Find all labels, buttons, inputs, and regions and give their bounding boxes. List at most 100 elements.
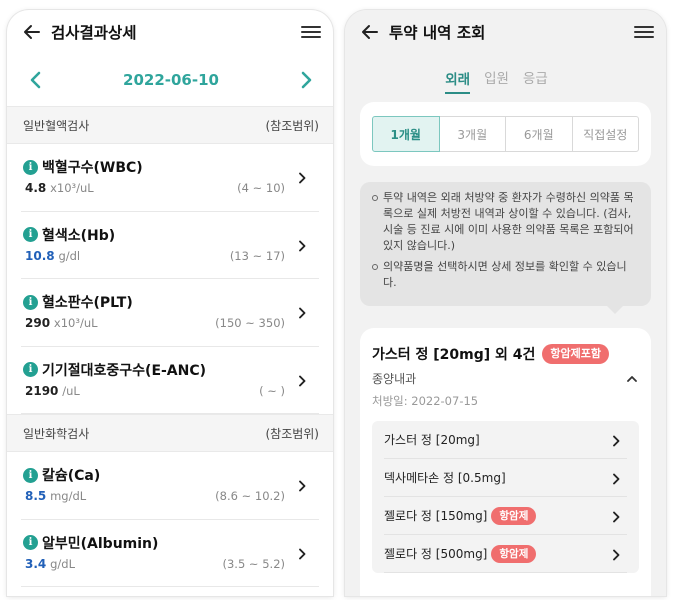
info-icon[interactable]: i [23,227,38,242]
tab-2[interactable]: 응급 [523,67,548,94]
section-header: 일반혈액검사 (참조범위) [7,106,333,144]
chevron-right-icon[interactable] [295,478,309,492]
test-name-line: i 칼슘(Ca) [23,465,100,485]
period-selector: 1개월 3개월 6개월 직접설정 [360,102,651,166]
test-unit: x10³/uL [53,316,98,330]
chevron-right-icon[interactable] [609,471,623,485]
department-name: 종양내과 [372,372,417,386]
drug-name: 젤로다 정 [500mg] [384,547,488,561]
drug-item[interactable]: 젤로다 정 [500mg] 항암제 [384,535,627,573]
test-name: 알부민(Albumin) [42,535,159,552]
lab-sections: 일반혈액검사 (참조범위) i 백혈구수(WBC) 4.8 x10³/uL (4 ~ 10… [7,106,333,587]
notice-tail [607,306,623,314]
tab-1[interactable]: 입원 [484,67,509,94]
info-icon[interactable]: i [23,535,38,550]
notice-item: 투약 내역은 외래 처방약 중 환자가 수령하신 의약품 목록으로 실제 처방전… [372,190,639,254]
chevron-right-icon[interactable] [295,238,309,252]
chevron-right-icon[interactable] [295,305,309,319]
test-value: 290 [25,316,51,330]
back-arrow-icon[interactable] [21,21,43,43]
period-option[interactable]: 1개월 [372,116,440,152]
anticancer-badge: 항암제 [491,544,537,563]
test-unit: /uL [62,383,80,398]
info-icon[interactable]: i [23,362,38,377]
test-value: 2190 [25,383,59,398]
drug-name: 젤로다 정 [150mg] [384,509,488,523]
test-value-line: 3.4 g/dL [25,557,75,571]
test-value-line: 2190 /uL [25,384,80,398]
test-name-line: i 알부민(Albumin) [23,533,158,553]
lab-result-row[interactable]: i 기기절대호중구수(E-ANC) 2190 /uL ( ~ ) [21,347,319,414]
test-value-line: 8.5 mg/dL [25,489,86,503]
hamburger-menu-icon[interactable] [301,24,321,40]
reference-range: (4 ~ 10) [237,181,285,195]
test-unit: g/dl [58,248,81,263]
notice-box: 투약 내역은 외래 처방약 중 환자가 수령하신 의약품 목록으로 실제 처방전… [360,182,651,314]
next-date-chevron-icon[interactable] [297,70,317,90]
prev-date-chevron-icon[interactable] [25,70,45,90]
drug-name: 덱사메타손 정 [0.5mg] [384,471,506,485]
anticancer-badge: 항암제 [491,506,537,525]
test-name: 칼슘(Ca) [42,468,101,484]
reference-range-header: (참조범위) [265,426,319,441]
hamburger-menu-icon[interactable] [634,24,654,40]
back-arrow-icon[interactable] [359,21,381,43]
test-value-line: 290 x10³/uL [25,316,98,330]
prescription-department: 종양내과 [372,370,639,387]
chevron-right-icon[interactable] [295,546,309,560]
lab-result-row[interactable]: i 백혈구수(WBC) 4.8 x10³/uL (4 ~ 10) [21,144,319,212]
drug-name: 가스터 정 [20mg] [384,433,480,447]
reference-range: (3.5 ~ 5.2) [222,556,286,571]
test-name: 혈색소(Hb) [42,227,116,244]
lab-result-detail-screen: 검사결과상세 2022-06-10 일반혈액검사 (참조범위) i 백혈구수(WBC)… [7,10,333,596]
test-name: 기기절대호중구수(E-ANC) [42,362,207,379]
period-option[interactable]: 6개월 [505,116,573,152]
prescription-card[interactable]: 가스터 정 [20mg] 외 4건 항암제포함 종양내과 처방일: 2022-0… [360,328,651,596]
test-name-line: i 백혈구수(WBC) [23,157,143,177]
prescription-title: 가스터 정 [20mg] 외 4건 [372,347,536,363]
lab-result-row[interactable]: i 칼슘(Ca) 8.5 mg/dL (8.6 ~ 10.2) [21,452,319,520]
drug-item[interactable]: 젤로다 정 [150mg] 항암제 [384,497,627,535]
chevron-right-icon[interactable] [609,433,623,447]
reference-range: ( ~ ) [259,383,285,398]
test-name-line: i 혈색소(Hb) [23,225,115,245]
test-unit: g/dL [50,556,75,571]
test-value: 3.4 [25,556,47,571]
drug-item[interactable]: 가스터 정 [20mg] [384,421,627,459]
info-icon[interactable]: i [23,467,38,483]
test-value: 10.8 [25,248,55,263]
test-value-line: 10.8 g/dl [25,249,80,263]
tab-0[interactable]: 외래 [445,68,471,94]
test-value-line: 4.8 x10³/uL [25,181,94,195]
reference-range: (150 ~ 350) [215,316,285,330]
info-icon[interactable]: i [23,159,38,175]
lab-result-row[interactable]: i 혈색소(Hb) 10.8 g/dl (13 ~ 17) [21,212,319,279]
period-option[interactable]: 3개월 [438,116,506,152]
medication-history-screen: 투약 내역 조회 외래 입원 응급 1개월 3개월 6개월 직접설정 투약 내역은 외래 … [345,10,666,596]
reference-range: (8.6 ~ 10.2) [215,489,285,503]
period-option[interactable]: 직접설정 [571,116,639,152]
info-icon[interactable]: i [23,294,38,310]
test-value: 4.8 [25,181,47,195]
section-name: 일반화학검사 [23,426,90,441]
app-bar: 검사결과상세 [7,10,333,54]
page-title: 검사결과상세 [51,24,137,42]
drug-item[interactable]: 덱사메타손 정 [0.5mg] [384,459,627,497]
test-name: 혈소판수(PLT) [42,295,133,311]
lab-result-row[interactable]: i 알부민(Albumin) 3.4 g/dL (3.5 ~ 5.2) [21,520,319,587]
date-navigator: 2022-06-10 [7,54,333,106]
chevron-right-icon[interactable] [609,509,623,523]
chevron-right-icon[interactable] [609,547,623,561]
reference-range: (13 ~ 17) [229,248,285,263]
test-name-line: i 혈소판수(PLT) [23,292,133,312]
chevron-right-icon[interactable] [295,373,309,387]
collapse-chevron-up-icon[interactable] [625,372,639,386]
section-name: 일반혈액검사 [23,118,90,133]
test-unit: x10³/uL [50,181,94,195]
reference-range-header: (참조범위) [265,118,319,133]
page-title: 투약 내역 조회 [389,24,486,42]
result-date: 2022-06-10 [123,71,219,89]
chevron-right-icon[interactable] [295,170,309,184]
lab-result-row[interactable]: i 혈소판수(PLT) 290 x10³/uL (150 ~ 350) [21,279,319,347]
prescription-header: 가스터 정 [20mg] 외 4건 항암제포함 [372,342,639,366]
